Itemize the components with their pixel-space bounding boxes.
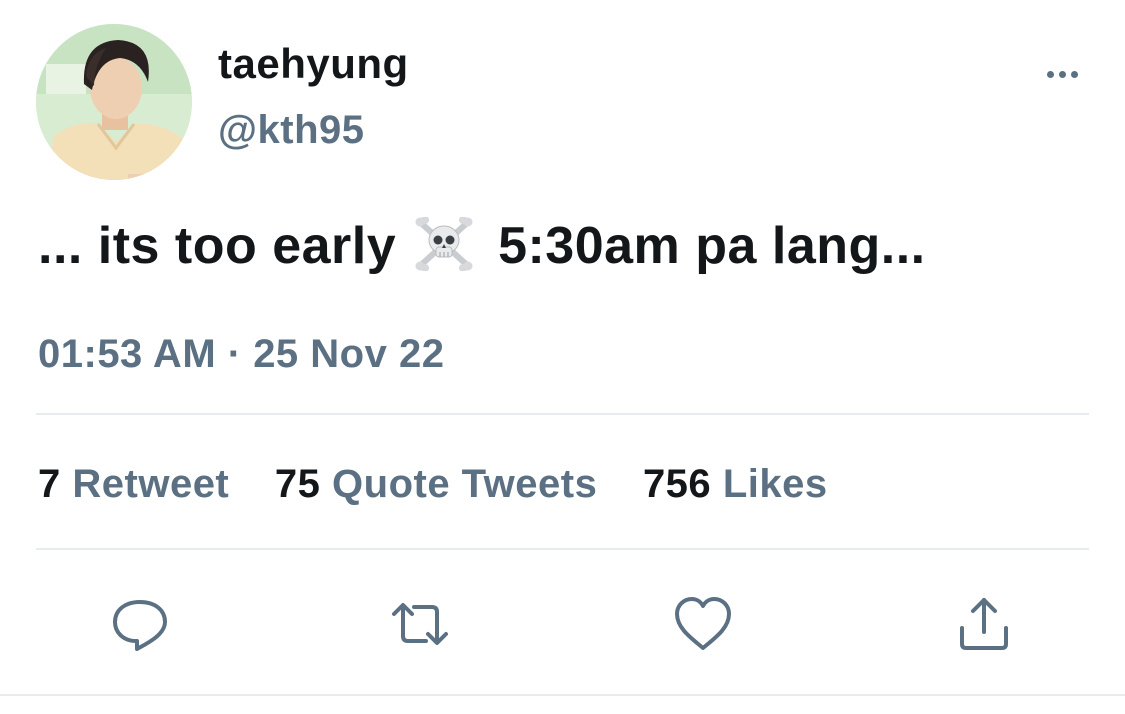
divider [36,413,1089,415]
retweet-count-stat[interactable]: 7 Retweet [38,462,229,507]
retweet-button[interactable] [390,594,450,654]
stat-count: 75 [274,462,321,506]
heart-icon [675,597,731,650]
retweet-icon [392,603,448,645]
stat-label: Retweet [72,462,230,506]
more-dot [1058,70,1066,78]
author-handle[interactable]: @kth95 [218,108,365,153]
divider [0,694,1125,696]
reply-button[interactable] [110,594,170,654]
divider [36,548,1089,550]
stat-count: 756 [642,462,712,506]
skull-and-crossbones-emoji [415,217,473,271]
share-icon [960,598,1008,650]
tweet-timestamp[interactable]: 01:53 AM · 25 Nov 22 [38,332,444,377]
share-button[interactable] [954,594,1014,654]
like-button[interactable] [673,594,733,654]
tweet-text-part-2: 5:30am pa lang... [498,217,926,275]
tweet: taehyung @kth95 ... its too early 5:30am… [0,0,1125,714]
author-display-name[interactable]: taehyung [218,40,409,88]
stat-label: Likes [722,462,828,506]
avatar-image [36,24,192,180]
more-options-button[interactable] [1038,62,1086,86]
reply-icon [113,600,167,651]
tweet-text-part-1: ... its too early [38,217,397,275]
quote-tweets-stat[interactable]: 75 Quote Tweets [275,462,597,507]
stat-count: 7 [38,462,61,506]
stat-label: Quote Tweets [332,462,598,506]
likes-stat[interactable]: 756 Likes [643,462,828,507]
tweet-stats: 7 Retweet 75 Quote Tweets 756 Likes [38,462,862,507]
more-dot [1046,70,1054,78]
avatar[interactable] [36,24,192,180]
tweet-text: ... its too early 5:30am pa lang... [38,216,1098,276]
more-dot [1070,70,1078,78]
